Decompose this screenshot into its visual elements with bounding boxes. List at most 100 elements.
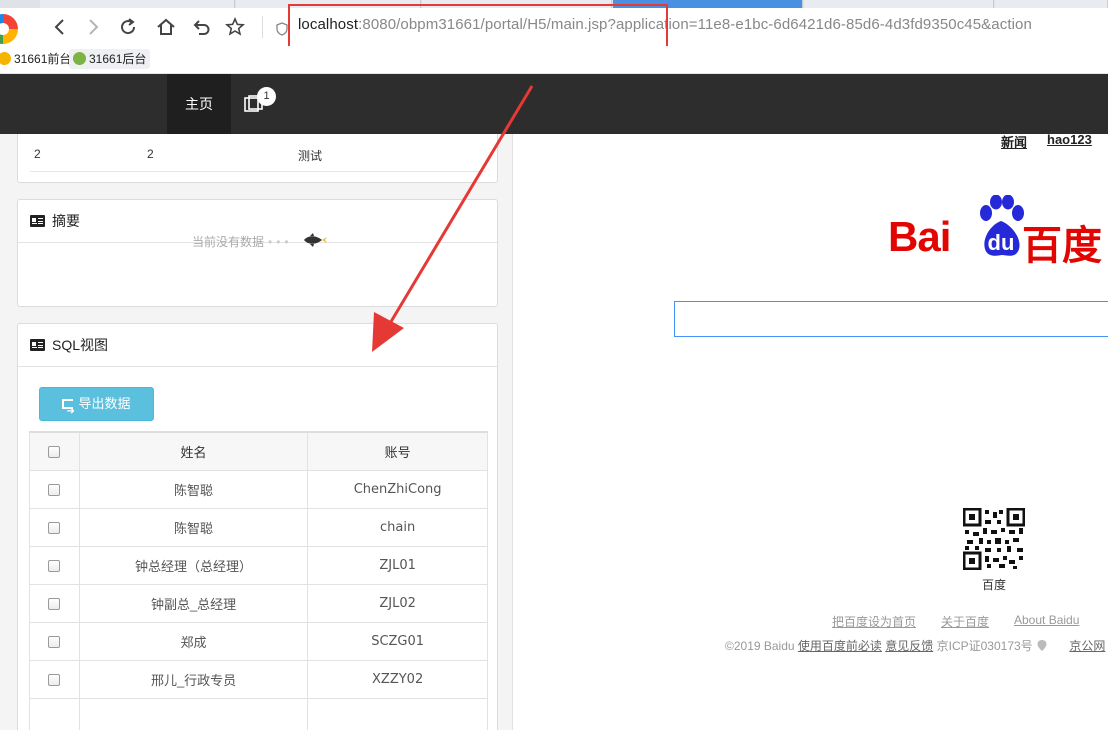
sql-view-panel: SQL视图 导出数据 姓名 账号 陈智聪 ChenZhiCo	[17, 323, 498, 730]
browser-tab[interactable]	[804, 0, 994, 8]
cell-name: 钟副总_总经理	[78, 583, 309, 623]
sql-panel-header: SQL视图	[18, 324, 497, 367]
cell-name: 邢儿_行政专员	[78, 659, 309, 699]
baidu-news-link[interactable]: 新闻	[1001, 132, 1027, 151]
cell-account: ZJL02	[307, 583, 488, 623]
row-select-cell	[29, 469, 80, 509]
cell-account: SCZG01	[307, 621, 488, 661]
rocket-icon	[304, 233, 327, 247]
terms-link[interactable]: 使用百度前必读	[798, 639, 882, 653]
empty-state: 当前没有数据 •••	[192, 233, 293, 250]
summary-panel: 摘要 当前没有数据 •••	[17, 199, 498, 307]
home-button[interactable]	[155, 16, 177, 38]
annotation-highlight-box	[288, 4, 668, 52]
bookmarks-bar: 31661前台 31661后台	[0, 46, 1108, 74]
icp-license-text: 京ICP证030173号	[936, 639, 1033, 653]
qr-code-icon	[963, 508, 1025, 570]
cell-name: 钟总经理（总经理）	[78, 545, 309, 585]
forward-button[interactable]	[82, 16, 104, 38]
bookmark-item-frontend[interactable]: 31661前台	[0, 49, 75, 69]
toolbar-separator	[262, 16, 263, 38]
bookmark-star-button[interactable]	[224, 16, 246, 38]
reload-icon	[121, 18, 136, 35]
baidu-hao123-link[interactable]: hao123	[1047, 132, 1092, 147]
row-checkbox[interactable]	[48, 522, 61, 535]
sql-data-table: 姓名 账号 陈智聪 ChenZhiCong 陈智聪 chain 钟总经理（总经理…	[29, 431, 488, 730]
row-checkbox[interactable]	[48, 560, 61, 573]
export-button-label: 导出数据	[78, 396, 131, 411]
table-row[interactable]: 陈智聪 chain	[29, 507, 488, 547]
dots-decoration: •••	[268, 235, 293, 249]
baidu-logo-chinese: 百度	[1022, 224, 1102, 268]
reload-button[interactable]	[117, 16, 139, 38]
cell-account: ChenZhiCong	[307, 469, 488, 509]
bookmark-favicon-icon	[73, 52, 86, 65]
cell-account: ZJL01	[307, 545, 488, 585]
sql-panel-title: SQL视图	[52, 337, 109, 353]
cell-account	[307, 697, 488, 730]
row-select-cell	[29, 659, 80, 699]
location-pin-icon	[1037, 640, 1047, 651]
newspaper-icon	[30, 215, 45, 227]
table-header-row: 姓名 账号	[29, 431, 488, 471]
copyright-text: ©2019 Baidu	[725, 639, 795, 653]
bookmark-item-backend[interactable]: 31661后台	[69, 49, 151, 69]
baidu-logo-latin: Bai	[888, 213, 951, 260]
police-record-link[interactable]: 京公网	[1069, 639, 1105, 653]
empty-state-text: 当前没有数据	[192, 235, 265, 249]
row-select-cell	[29, 697, 80, 730]
row-checkbox[interactable]	[48, 484, 61, 497]
baidu-footer: ©2019 Baidu 使用百度前必读 意见反馈 京ICP证030173号 京公…	[725, 637, 1105, 654]
feedback-link[interactable]: 意见反馈	[885, 639, 933, 653]
table-row[interactable]	[29, 697, 488, 730]
cell-name: 陈智聪	[78, 507, 309, 547]
bookmark-favicon-icon	[0, 52, 11, 65]
row-select-cell	[29, 583, 80, 623]
list-panel: 2 2 测试	[17, 134, 498, 183]
back-button[interactable]	[49, 16, 71, 38]
browser-tab[interactable]	[40, 0, 235, 8]
back-arrow-icon	[54, 19, 64, 35]
newspaper-icon	[30, 339, 45, 351]
row-checkbox[interactable]	[48, 674, 61, 687]
baidu-logo-du: du	[987, 230, 1015, 255]
cell-value: 2	[34, 147, 41, 161]
cell-account: chain	[307, 507, 488, 547]
message-count-badge: 1	[257, 87, 276, 106]
cell-name	[78, 697, 309, 730]
table-row[interactable]: 钟副总_总经理 ZJL02	[29, 583, 488, 623]
row-select-cell	[29, 507, 80, 547]
undo-button[interactable]	[190, 16, 212, 38]
table-row[interactable]: 邢儿_行政专员 XZZY02	[29, 659, 488, 699]
sign-out-icon	[62, 396, 75, 428]
browser-logo-icon	[0, 14, 18, 44]
set-homepage-link[interactable]: 把百度设为首页	[832, 613, 916, 630]
bookmark-label: 31661前台	[14, 52, 72, 66]
select-all-checkbox[interactable]	[48, 446, 61, 459]
table-row[interactable]: 钟总经理（总经理） ZJL01	[29, 545, 488, 585]
qr-code-label: 百度	[982, 578, 1007, 592]
column-header-name[interactable]: 姓名	[78, 431, 309, 471]
table-row[interactable]: 陈智聪 ChenZhiCong	[29, 469, 488, 509]
baidu-logo: Bai du 百度	[888, 195, 1108, 268]
browser-tab[interactable]	[995, 0, 1108, 8]
cell-name: 陈智聪	[78, 469, 309, 509]
cell-value: 2	[147, 147, 154, 161]
home-icon	[157, 18, 175, 35]
export-data-button[interactable]: 导出数据	[39, 387, 154, 428]
table-row[interactable]: 2 2 测试	[30, 135, 486, 172]
screenshot-root: localhost:8080/obpm31661/portal/H5/main.…	[0, 0, 1108, 730]
shield-icon	[276, 22, 288, 36]
row-select-cell	[29, 621, 80, 661]
about-baidu-en-link[interactable]: About Baidu	[1014, 613, 1079, 627]
star-icon	[225, 17, 245, 36]
app-header: 主页	[0, 74, 1108, 134]
baidu-search-input[interactable]	[674, 301, 1108, 337]
nav-home-tab[interactable]: 主页	[167, 74, 231, 134]
row-checkbox[interactable]	[48, 598, 61, 611]
bookmark-label: 31661后台	[89, 52, 147, 66]
table-row[interactable]: 郑成 SCZG01	[29, 621, 488, 661]
column-header-account[interactable]: 账号	[307, 431, 488, 471]
row-checkbox[interactable]	[48, 636, 61, 649]
about-baidu-link[interactable]: 关于百度	[941, 613, 989, 630]
